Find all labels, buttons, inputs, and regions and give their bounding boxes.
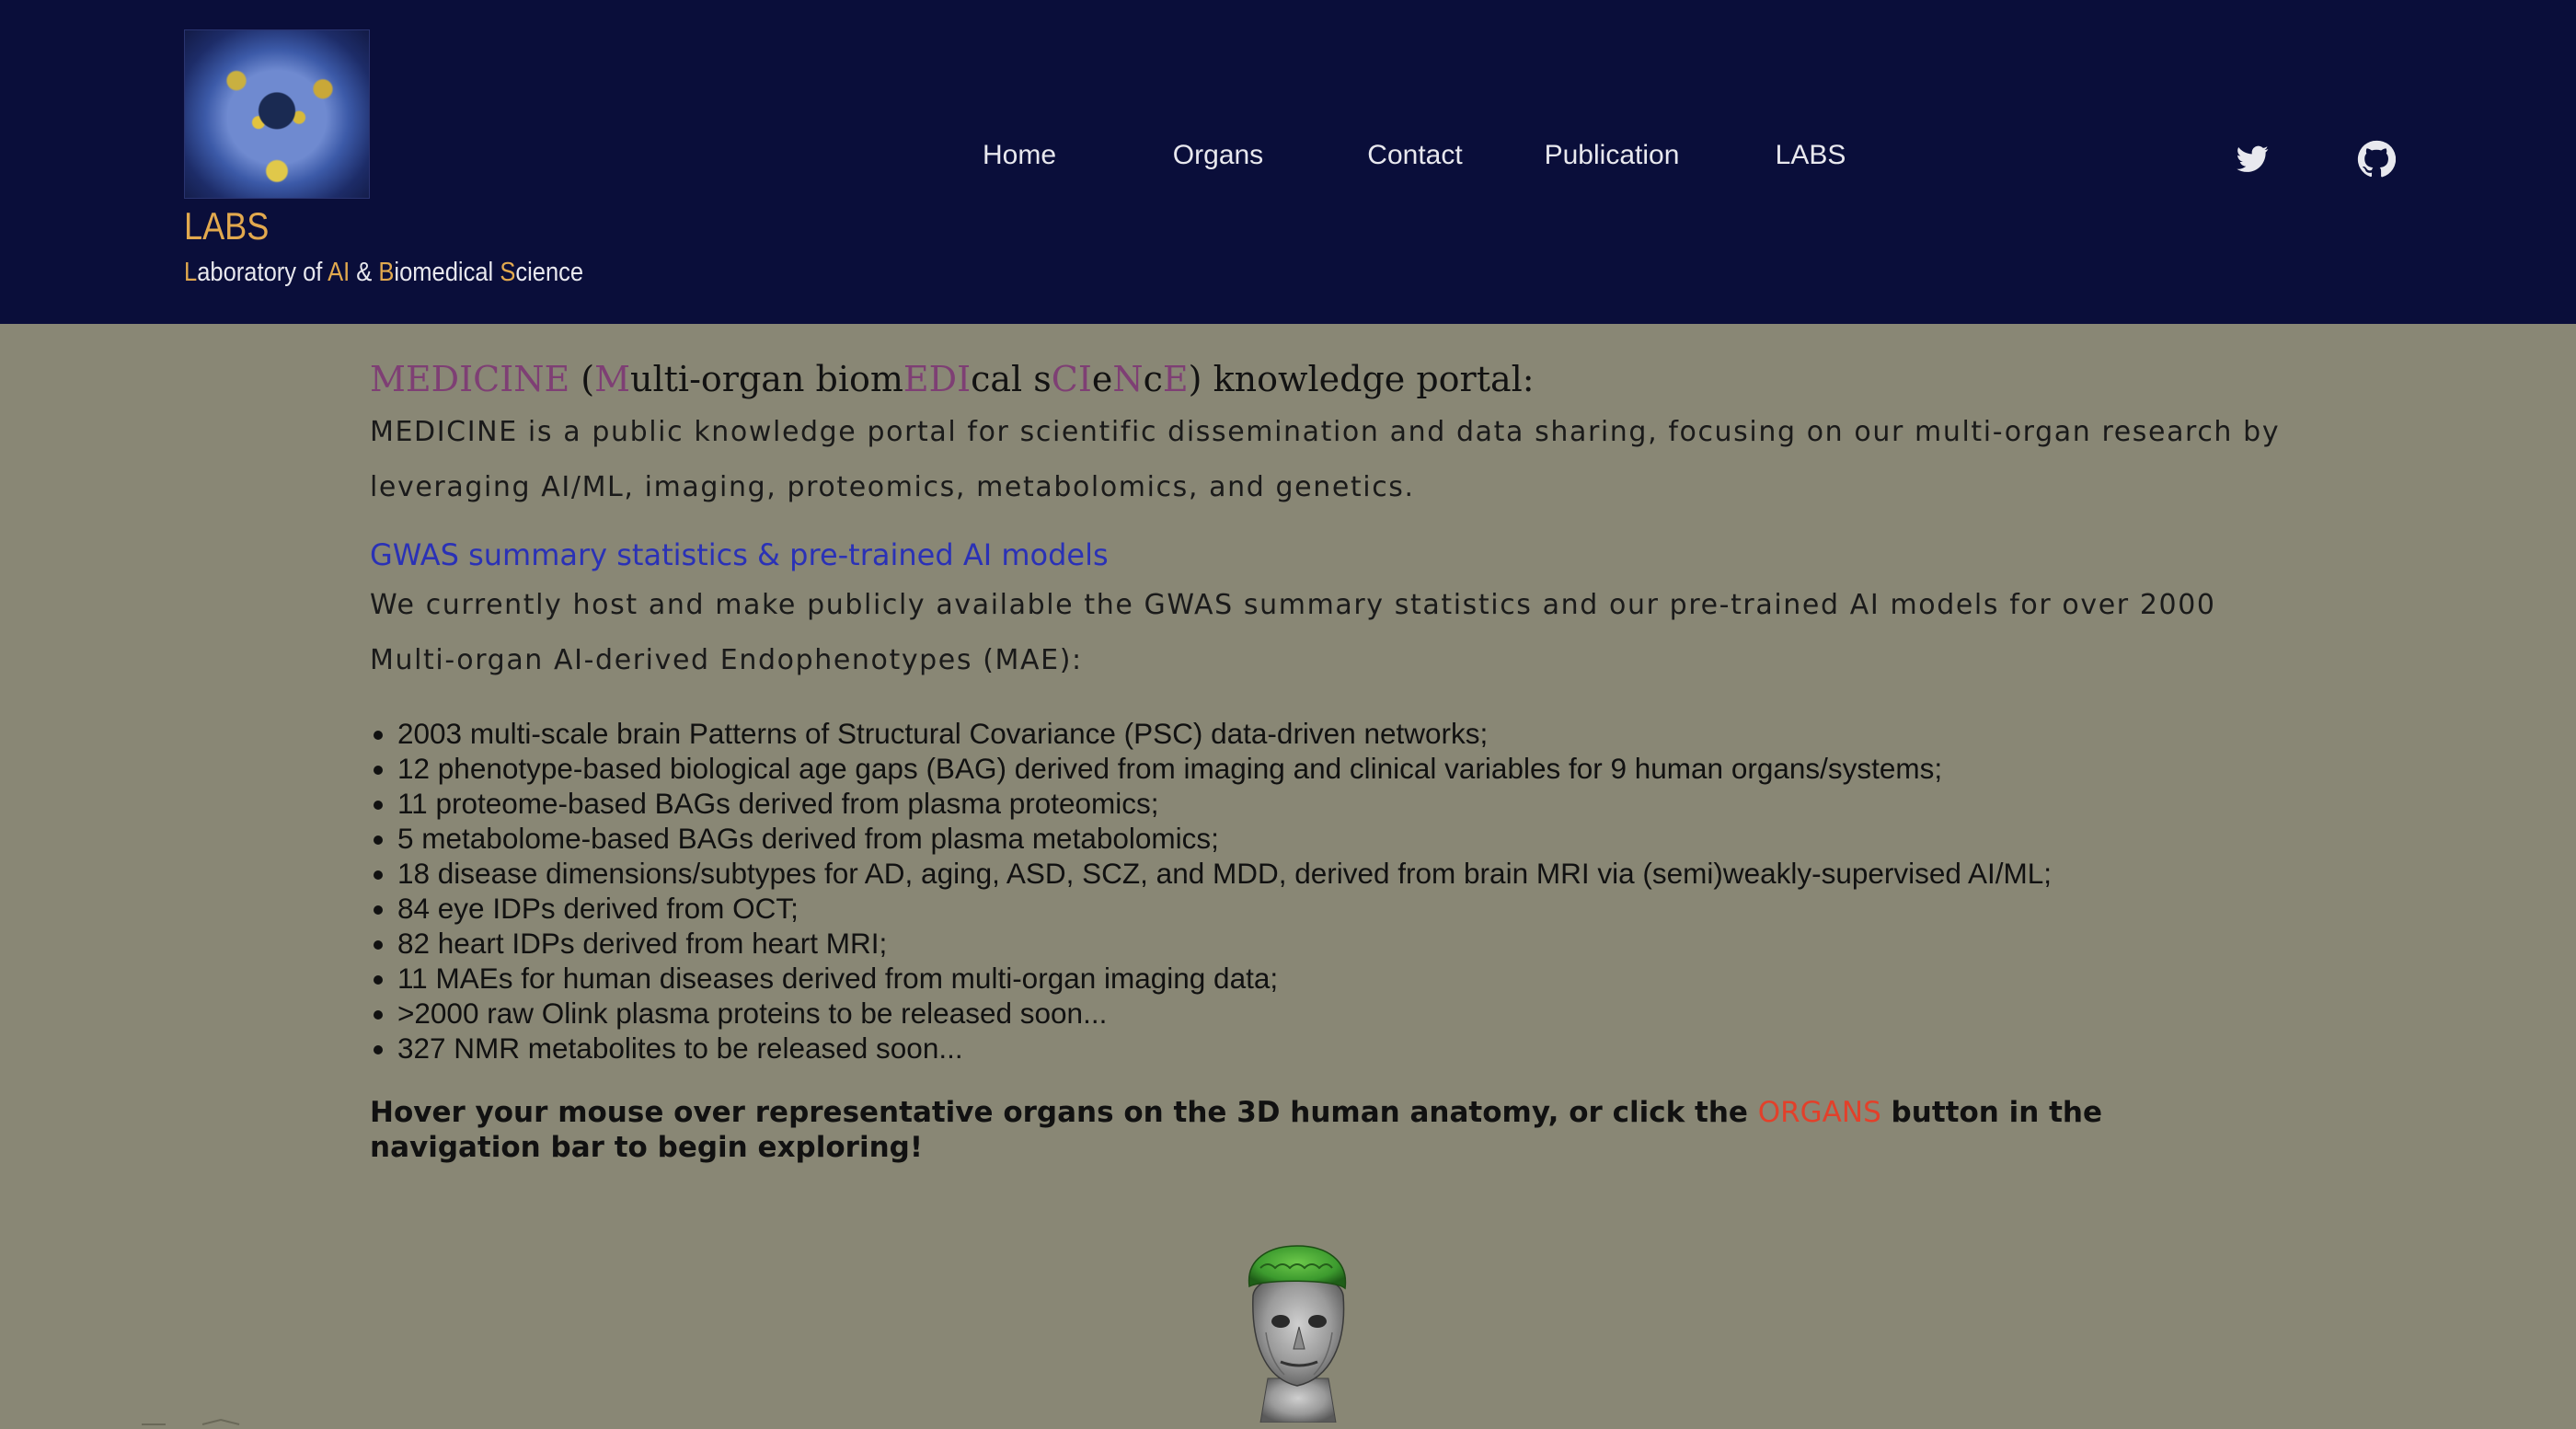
- intro-paragraph: MEDICINE is a public knowledge portal fo…: [370, 405, 2279, 515]
- title-text: c: [1143, 359, 1163, 399]
- gwas-line-1: We currently host and make publicly avai…: [370, 589, 2216, 621]
- logo-subtitle-text: aboratory of: [197, 258, 328, 287]
- logo-subtitle: Laboratory of AI & Biomedical Science: [184, 258, 583, 288]
- gwas-line-2: Multi-organ AI-derived Endophenotypes (M…: [370, 644, 1083, 676]
- list-item: >2000 raw Olink plasma proteins to be re…: [397, 996, 2219, 1031]
- title-accent-letters: M: [594, 359, 631, 399]
- title-accent-letters: CI: [1051, 359, 1092, 399]
- title-text: ulti-organ biom: [630, 359, 903, 399]
- logo-subtitle-text: iomedical: [394, 258, 500, 287]
- list-item: 11 proteome-based BAGs derived from plas…: [397, 786, 2219, 821]
- nav-publication[interactable]: Publication: [1545, 140, 1680, 171]
- logo-subtitle-initial: L: [184, 258, 198, 287]
- intro-line-2: leveraging AI/ML, imaging, proteomics, m…: [370, 471, 1415, 503]
- title-accent-letters: N: [1112, 359, 1144, 399]
- list-item: 5 metabolome-based BAGs derived from pla…: [397, 821, 2219, 856]
- hover-text-before: Hover your mouse over representative org…: [370, 1096, 1758, 1129]
- nav-organs[interactable]: Organs: [1173, 140, 1263, 171]
- gwas-paragraph: We currently host and make publicly avai…: [370, 578, 2219, 688]
- page-title: MEDICINE (Multi-organ biomEDIcal sCIeNcE…: [370, 359, 2219, 399]
- nav-contact[interactable]: Contact: [1367, 140, 1462, 171]
- logo-subtitle-text: &: [350, 258, 379, 287]
- logo-subtitle-initial: B: [378, 258, 395, 287]
- title-accent-letters: EDI: [903, 359, 972, 399]
- site-header: LABS Laboratory of AI & Biomedical Scien…: [0, 0, 2576, 324]
- github-icon[interactable]: [2357, 140, 2396, 179]
- list-item: 12 phenotype-based biological age gaps (…: [397, 751, 2219, 786]
- anatomy-head-model[interactable]: [1233, 1240, 1362, 1423]
- title-text: ) knowledge portal:: [1188, 359, 1535, 399]
- title-text: (: [569, 359, 595, 399]
- list-item: 11 MAEs for human diseases derived from …: [397, 961, 2219, 996]
- nav-labs[interactable]: LABS: [1776, 140, 1846, 171]
- logo-subtitle-initial: AI: [328, 258, 351, 287]
- title-text: e: [1091, 359, 1113, 399]
- main-content: MEDICINE (Multi-organ biomEDIcal sCIeNcE…: [370, 359, 2279, 1165]
- mae-list: 2003 multi-scale brain Patterns of Struc…: [370, 716, 2219, 1066]
- intro-line-1: MEDICINE is a public knowledge portal fo…: [370, 416, 2281, 448]
- list-item: 84 eye IDPs derived from OCT;: [397, 891, 2219, 926]
- footer-mark: [138, 1412, 258, 1425]
- logo-subtitle-initial: S: [500, 258, 516, 287]
- logo-subtitle-text: cience: [515, 258, 584, 287]
- logo-title[interactable]: LABS: [184, 204, 269, 248]
- list-item: 2003 multi-scale brain Patterns of Struc…: [397, 716, 2219, 751]
- nav-home[interactable]: Home: [983, 140, 1056, 171]
- gwas-heading: GWAS summary statistics & pre-trained AI…: [370, 537, 1109, 572]
- organs-highlight: ORGANS: [1757, 1096, 1881, 1129]
- twitter-icon[interactable]: [2234, 140, 2271, 177]
- list-item: 18 disease dimensions/subtypes for AD, a…: [397, 856, 2219, 891]
- title-text: cal s: [971, 359, 1052, 399]
- list-item: 327 NMR metabolites to be released soon.…: [397, 1031, 2219, 1066]
- logo-brain-image[interactable]: [184, 29, 370, 199]
- title-accent-letters: MEDICINE: [370, 359, 570, 399]
- list-item: 82 heart IDPs derived from heart MRI;: [397, 926, 2219, 961]
- title-accent-letters: E: [1162, 359, 1189, 399]
- hover-instruction: Hover your mouse over representative org…: [370, 1095, 2219, 1165]
